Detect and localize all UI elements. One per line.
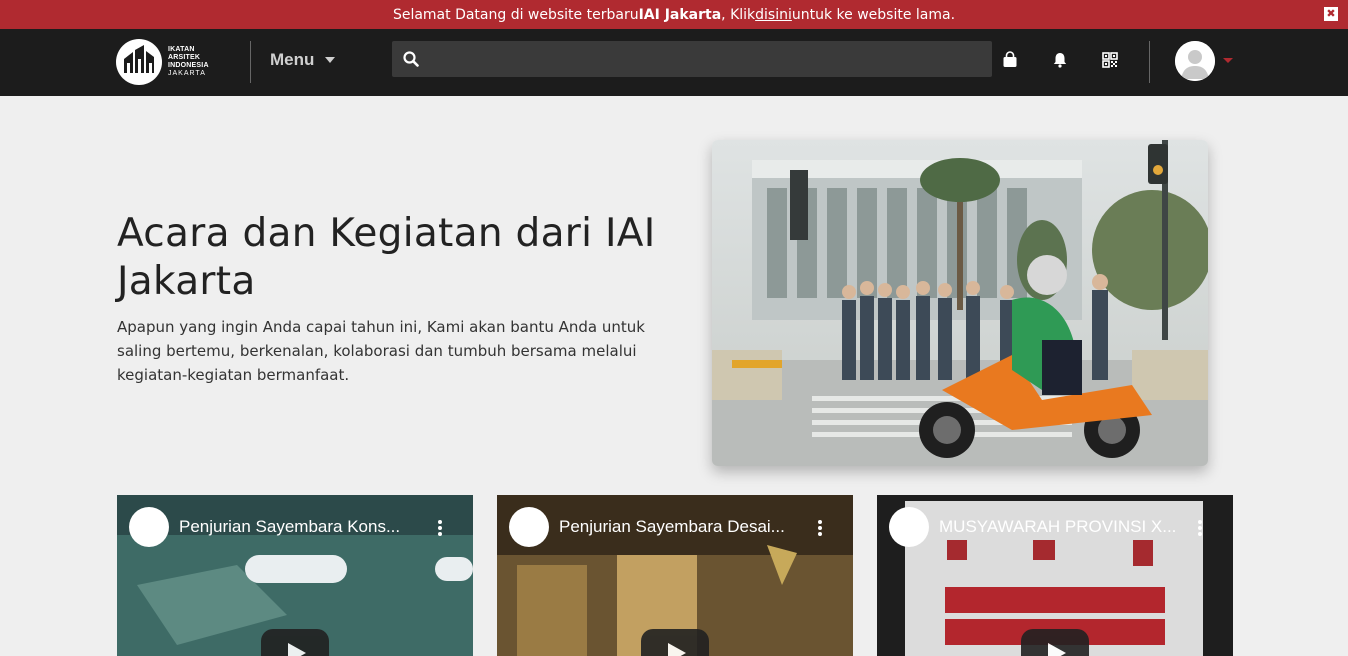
more-options-icon[interactable] xyxy=(817,519,823,537)
channel-avatar[interactable] xyxy=(509,507,549,547)
logo-line-4: JAKARTA xyxy=(168,70,206,77)
iai-jakarta-logo[interactable]: IKATAN ARSITEK INDONESIA JAKARTA xyxy=(116,39,209,85)
logo-line-1: IKATAN xyxy=(168,46,195,53)
video-title[interactable]: Penjurian Sayembara Desai... xyxy=(559,517,804,537)
search-bar[interactable] xyxy=(392,41,992,77)
video-card[interactable]: Penjurian Sayembara Desai... xyxy=(497,495,853,656)
page-title: Acara dan Kegiatan dari IAI Jakarta xyxy=(117,211,656,304)
video-card[interactable]: Penjurian Sayembara Kons... xyxy=(117,495,473,656)
announcement-bar: Selamat Datang di website terbaru IAI Ja… xyxy=(0,0,1348,29)
nav-divider xyxy=(1149,41,1150,83)
more-options-icon[interactable] xyxy=(437,519,443,537)
announcement-middle: , Klik xyxy=(721,6,756,23)
old-website-link[interactable]: disini xyxy=(755,7,792,23)
announcement-prefix: Selamat Datang di website terbaru xyxy=(392,6,639,23)
search-input[interactable] xyxy=(428,41,983,77)
navbar: IKATAN ARSITEK INDONESIA JAKARTA Menu xyxy=(0,29,1348,96)
video-card[interactable]: MUSYAWARAH PROVINSI X... xyxy=(877,495,1233,656)
hero-image xyxy=(712,140,1208,466)
bell-icon[interactable] xyxy=(1051,51,1069,69)
menu-dropdown-button[interactable]: Menu xyxy=(270,50,336,70)
logo-mark-icon xyxy=(116,39,162,85)
more-options-icon[interactable] xyxy=(1197,519,1203,537)
announcement-brand: IAI Jakarta xyxy=(638,6,722,23)
logo-text: IKATAN ARSITEK INDONESIA JAKARTA xyxy=(168,46,209,78)
hero-description: Apapun yang ingin Anda capai tahun ini, … xyxy=(117,318,645,384)
channel-avatar[interactable] xyxy=(889,507,929,547)
play-button[interactable] xyxy=(261,629,329,656)
qr-code-icon[interactable] xyxy=(1101,51,1119,69)
shopping-bag-icon[interactable] xyxy=(1001,51,1019,69)
channel-avatar[interactable] xyxy=(129,507,169,547)
announcement-suffix: untuk ke website lama. xyxy=(791,6,956,23)
search-icon xyxy=(403,51,419,71)
nav-divider xyxy=(250,41,251,83)
play-button[interactable] xyxy=(1021,629,1089,656)
close-announcement-button[interactable]: ✖ xyxy=(1324,7,1338,21)
chevron-down-icon[interactable] xyxy=(1223,58,1233,63)
user-avatar-icon xyxy=(1175,41,1215,81)
user-avatar[interactable] xyxy=(1175,41,1215,81)
logo-line-2: ARSITEK xyxy=(168,54,201,61)
video-title[interactable]: Penjurian Sayembara Kons... xyxy=(179,517,424,537)
play-button[interactable] xyxy=(641,629,709,656)
menu-label: Menu xyxy=(270,50,315,69)
chevron-down-icon xyxy=(325,57,336,63)
logo-line-3: INDONESIA xyxy=(168,62,209,69)
video-title[interactable]: MUSYAWARAH PROVINSI X... xyxy=(939,517,1184,537)
